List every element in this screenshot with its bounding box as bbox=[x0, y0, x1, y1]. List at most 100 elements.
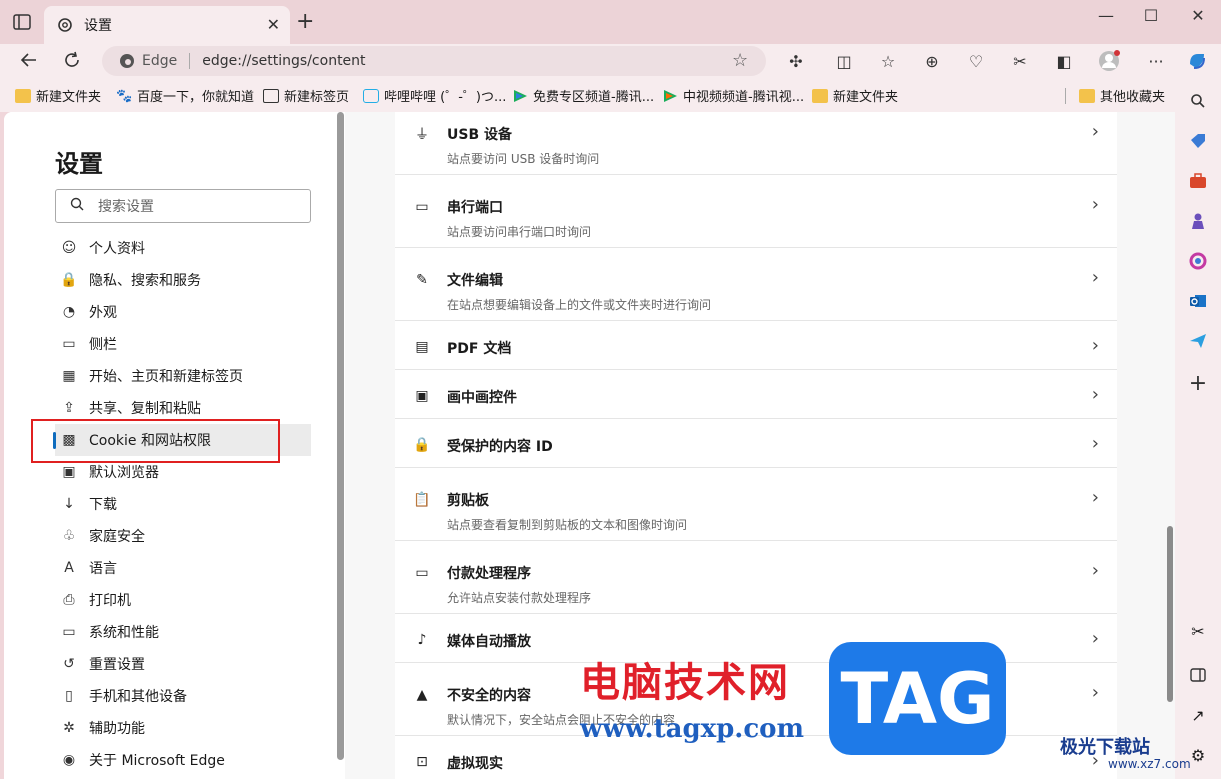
sidebar-item-label: 侧栏 bbox=[89, 337, 117, 353]
sidebar-item[interactable]: ↓ 下载 bbox=[60, 488, 311, 520]
permission-row[interactable]: ⏚ USB 设备 站点要访问 USB 设备时询问 › bbox=[395, 112, 1117, 175]
tencent-video-icon bbox=[512, 89, 528, 103]
screenshot-icon[interactable]: ✂ bbox=[1009, 50, 1031, 72]
bookmark-item[interactable]: 新建文件夹 bbox=[15, 86, 101, 105]
maximize-button[interactable]: ☐ bbox=[1141, 6, 1161, 25]
tab-actions-icon[interactable] bbox=[12, 13, 32, 31]
window-close-button[interactable]: ✕ bbox=[1188, 6, 1208, 25]
address-separator bbox=[189, 53, 191, 69]
edge-icon bbox=[118, 52, 136, 70]
chevron-right-icon: › bbox=[1091, 682, 1099, 703]
permission-title: 媒体自动播放 bbox=[447, 634, 531, 650]
sidebar-item[interactable]: 🔒 隐私、搜索和服务 bbox=[60, 264, 311, 296]
permission-title: USB 设备 bbox=[447, 127, 512, 143]
content-scrollbar[interactable] bbox=[1165, 112, 1175, 779]
permission-title: PDF 文档 bbox=[447, 341, 512, 357]
sidebar-item[interactable]: ↺ 重置设置 bbox=[60, 648, 311, 680]
shopping-tag-icon[interactable] bbox=[1187, 130, 1209, 152]
collections-icon[interactable]: ⊕ bbox=[921, 50, 943, 72]
address-bar[interactable]: Edge edge://settings/content bbox=[102, 46, 766, 76]
favorites-icon[interactable]: ☆ bbox=[877, 50, 899, 72]
health-icon[interactable]: ♡ bbox=[965, 50, 987, 72]
gear-icon bbox=[56, 16, 74, 34]
toolbox-icon[interactable] bbox=[1187, 170, 1209, 192]
permission-description: 允许站点安装付款处理程序 bbox=[447, 591, 592, 605]
sidebar-item-label: 隐私、搜索和服务 bbox=[89, 273, 201, 289]
close-icon[interactable]: ✕ bbox=[267, 15, 280, 34]
permission-row[interactable]: ▭ 串行端口 站点要访问串行端口时询问 › bbox=[395, 175, 1117, 248]
folder-icon bbox=[1079, 88, 1095, 103]
back-icon[interactable] bbox=[17, 48, 41, 72]
nav-scrollbar[interactable] bbox=[337, 112, 345, 779]
sidebar-item[interactable]: ◔ 外观 bbox=[60, 296, 311, 328]
pdf-icon: ▤ bbox=[415, 339, 429, 355]
favorite-star-icon[interactable]: ☆ bbox=[732, 50, 748, 71]
permission-row[interactable]: 🔒 受保护的内容 ID › bbox=[395, 419, 1117, 468]
baidu-icon: 🐾 bbox=[116, 88, 133, 104]
avatar[interactable] bbox=[1098, 50, 1120, 72]
permission-row[interactable]: 📋 剪贴板 站点要查看复制到剪贴板的文本和图像时询问 › bbox=[395, 468, 1117, 541]
chevron-right-icon: › bbox=[1091, 433, 1099, 454]
sidebar-item[interactable]: ▯ 手机和其他设备 bbox=[60, 680, 311, 712]
sidebar-item[interactable]: ☺ 个人资料 bbox=[60, 232, 311, 264]
bookmark-item[interactable]: 免费专区频道-腾讯... bbox=[512, 86, 654, 105]
sidebar-item[interactable]: ▭ 侧栏 bbox=[60, 328, 311, 360]
extensions-icon[interactable]: ✣ bbox=[785, 50, 807, 72]
bookmark-item[interactable]: 新建文件夹 bbox=[812, 86, 898, 105]
sidebar-item-label: 下载 bbox=[89, 497, 117, 513]
office-icon[interactable] bbox=[1187, 250, 1209, 272]
sidebar-item[interactable]: A 语言 bbox=[60, 552, 311, 584]
split-screen-icon[interactable]: ◫ bbox=[833, 50, 855, 72]
sidebar-item-label: 重置设置 bbox=[89, 657, 145, 673]
bookmark-item[interactable]: 中视频频道-腾讯视... bbox=[662, 86, 804, 105]
bookmark-label: 哔哩哔哩 (゜-゜)つ... bbox=[384, 90, 507, 105]
page-title: 设置 bbox=[55, 150, 103, 178]
search-icon[interactable] bbox=[1187, 90, 1209, 112]
sidebar-toggle-icon[interactable] bbox=[1187, 664, 1209, 686]
sidebar-item[interactable]: ◉ 关于 Microsoft Edge bbox=[60, 744, 311, 776]
search-input[interactable]: 搜索设置 bbox=[55, 189, 311, 223]
sidebar-item-label: 手机和其他设备 bbox=[89, 689, 187, 705]
permission-row[interactable]: ▣ 画中画控件 › bbox=[395, 370, 1117, 419]
outlook-icon[interactable] bbox=[1187, 290, 1209, 312]
sidebar-item[interactable]: ▦ 开始、主页和新建标签页 bbox=[60, 360, 311, 392]
tab-settings[interactable]: 设置 ✕ bbox=[44, 6, 290, 44]
sidebar-item-label: 默认浏览器 bbox=[89, 465, 159, 481]
language-icon: A bbox=[64, 560, 74, 576]
bookmark-item[interactable]: 哔哩哔哩 (゜-゜)つ... bbox=[363, 86, 506, 105]
sidebar-item-label: 外观 bbox=[89, 305, 117, 321]
sidebar-item-label: 关于 Microsoft Edge bbox=[89, 753, 225, 769]
minimize-button[interactable]: — bbox=[1096, 6, 1116, 25]
newtab-icon bbox=[263, 88, 279, 103]
essentials-icon[interactable]: ◧ bbox=[1053, 50, 1075, 72]
add-icon[interactable]: + bbox=[1187, 371, 1209, 396]
permission-row[interactable]: ▭ 付款处理程序 允许站点安装付款处理程序 › bbox=[395, 541, 1117, 614]
copilot-icon[interactable] bbox=[1186, 50, 1208, 72]
bookmark-item[interactable]: 🐾 百度一下，你就知道 bbox=[116, 86, 254, 106]
refresh-icon[interactable] bbox=[60, 48, 84, 72]
sidebar-item[interactable]: ▭ 系统和性能 bbox=[60, 616, 311, 648]
permission-description: 站点要查看复制到剪贴板的文本和图像时询问 bbox=[447, 518, 688, 532]
bookmark-item[interactable]: 新建标签页 bbox=[263, 86, 349, 105]
content-scrollbar-thumb[interactable] bbox=[1167, 526, 1173, 702]
new-tab-button[interactable]: + bbox=[296, 11, 314, 33]
more-options-icon[interactable]: ··· bbox=[1145, 50, 1167, 72]
phone-icon: ▯ bbox=[65, 688, 73, 704]
open-external-icon[interactable]: ↗ bbox=[1187, 704, 1209, 726]
other-bookmarks[interactable]: 其他收藏夹 bbox=[1065, 86, 1165, 105]
send-icon[interactable] bbox=[1187, 330, 1209, 352]
games-icon[interactable] bbox=[1187, 210, 1209, 232]
tencent-video-icon bbox=[662, 89, 678, 103]
sidebar-item[interactable]: ♧ 家庭安全 bbox=[60, 520, 311, 552]
bookmark-label: 新建文件夹 bbox=[833, 90, 899, 105]
permission-row[interactable]: ✎ 文件编辑 在站点想要编辑设备上的文件或文件夹时进行询问 › bbox=[395, 248, 1117, 321]
sidebar-item[interactable]: ✲ 辅助功能 bbox=[60, 712, 311, 744]
pip-icon: ▣ bbox=[415, 388, 429, 404]
sidebar-item[interactable]: ⎙ 打印机 bbox=[60, 584, 311, 616]
nav-scrollbar-thumb[interactable] bbox=[337, 112, 344, 760]
permission-row[interactable]: ▤ PDF 文档 › bbox=[395, 321, 1117, 370]
screenshot-icon[interactable]: ✂ bbox=[1187, 620, 1209, 642]
chevron-right-icon: › bbox=[1091, 487, 1099, 508]
folder-icon bbox=[812, 88, 828, 103]
payment-icon: ▭ bbox=[415, 565, 429, 581]
